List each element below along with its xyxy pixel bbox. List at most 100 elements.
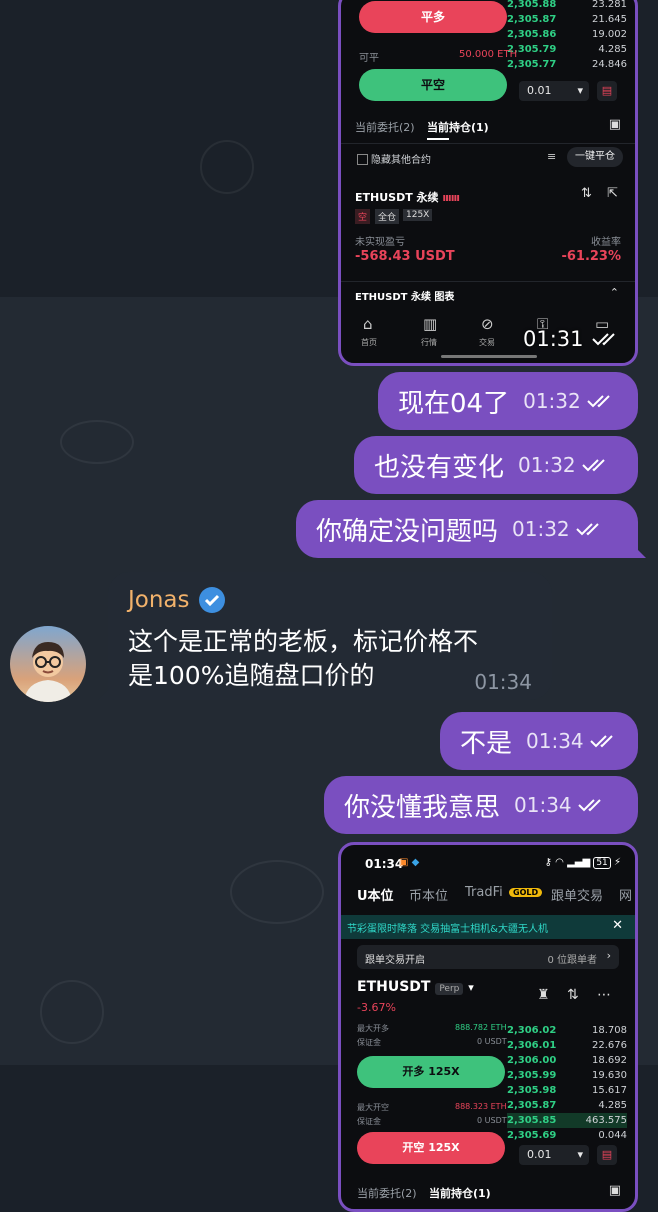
image-message-1[interactable]: 平多 2,305.88 23.281 2,305.87 21.645 2,305.8…	[338, 0, 638, 366]
order-book-row: 2,306.00 18.692	[507, 1055, 627, 1066]
max-short-label: 最大开空	[357, 1103, 389, 1112]
wifi-icon: ◠	[555, 857, 564, 868]
step-select[interactable]: 0.01 ▾	[519, 1145, 589, 1165]
copy-trade-followers: 0 位跟单者	[547, 955, 597, 966]
pnl-label: 未实现盈亏	[355, 237, 405, 248]
tag-short: 空	[355, 209, 371, 224]
nav-market-icon[interactable]: ▥	[423, 315, 437, 333]
promo-text: 节彩蛋限时降落 交易抽富士相机&大疆无人机	[347, 924, 548, 935]
message-time: 01:32	[512, 517, 570, 541]
order-book-row: 2,305.86 19.002	[507, 29, 627, 40]
image-message-2[interactable]: 01:34 ▣ ◆ ⚷ ◠ ▂▄▆ 51 ⚡ U本位 币本位 TradFi GO…	[338, 842, 638, 1212]
key-icon: ⚷	[544, 857, 552, 868]
nav-market-label[interactable]: 行情	[421, 337, 437, 348]
sender-name[interactable]: Jonas	[128, 586, 226, 614]
close-all-button[interactable]: 一键平仓	[567, 147, 623, 167]
outgoing-message[interactable]: 不是 01:34	[440, 712, 638, 770]
perp-badge: Perp	[435, 983, 464, 995]
tab-copy-trading[interactable]: 跟单交易	[551, 885, 603, 904]
double-check-icon	[581, 459, 605, 472]
doodle	[40, 980, 104, 1044]
roi-value: -61.23%	[561, 249, 621, 264]
chevron-right-icon[interactable]: ›	[607, 949, 611, 962]
open-long-button[interactable]: 开多 125X	[357, 1056, 505, 1088]
outgoing-message[interactable]: 也没有变化 01:32	[354, 436, 638, 494]
bot-icon[interactable]: ♜	[537, 987, 550, 1003]
pnl-value: -568.43 USDT	[355, 249, 455, 264]
tab-u-margined[interactable]: U本位	[357, 885, 394, 904]
tag-cross: 全仓	[375, 209, 400, 224]
hide-others-checkbox[interactable]	[357, 154, 368, 165]
close-icon[interactable]: ✕	[612, 918, 623, 933]
outgoing-message[interactable]: 你确定没问题吗 01:32	[296, 500, 638, 558]
divider	[341, 281, 635, 282]
tab-orders[interactable]: 当前委托(2)	[357, 1185, 417, 1201]
signal-icon: ▂▄▆	[567, 857, 591, 868]
nav-home-icon[interactable]: ⌂	[363, 315, 373, 333]
chart-icon[interactable]: ⇅	[581, 186, 592, 201]
message-meta: 01:32	[523, 389, 617, 413]
nav-home-label[interactable]: 首页	[361, 337, 377, 348]
margin-value: 0 USDT	[477, 1037, 507, 1046]
candle-chart-icon[interactable]: ⇅	[567, 987, 579, 1003]
message-meta: 01:32	[518, 453, 612, 477]
app-notification-icon: ▣	[399, 857, 409, 868]
tab-underline	[427, 138, 449, 140]
chevron-down-icon: ▾	[577, 84, 583, 97]
history-icon[interactable]: ▣	[609, 117, 621, 132]
order-book-row: 2,305.99 19.630	[507, 1070, 627, 1081]
doodle	[200, 140, 254, 194]
step-select[interactable]: 0.01 ▾	[519, 81, 589, 101]
incoming-message[interactable]: Jonas 这个是正常的老板，标记价格不 是100%追随盘口价的 01:34	[108, 572, 552, 700]
message-meta: 01:34	[526, 729, 620, 753]
max-short-value: 888.323 ETH	[455, 1102, 507, 1111]
chevron-down-icon: ▾	[577, 1148, 583, 1161]
tab-more[interactable]: 网	[619, 885, 632, 904]
chevron-up-icon[interactable]: ⌃	[610, 286, 619, 299]
order-book: 2,305.88 23.281 2,305.87 21.645 2,305.86 19…	[507, 0, 627, 72]
roi-label: 收益率	[591, 237, 621, 248]
close-long-button[interactable]: 平多	[359, 1, 507, 33]
margin-label: 保证金	[357, 1038, 381, 1047]
share-icon[interactable]: ⇱	[607, 186, 618, 201]
verified-badge-icon	[198, 587, 225, 613]
symbol-selector[interactable]: ETHUSDT Perp ▾	[357, 979, 474, 995]
tab-positions[interactable]: 当前持仓(1)	[429, 1185, 491, 1201]
tab-positions[interactable]: 当前持仓(1)	[427, 119, 489, 135]
gold-badge: GOLD	[509, 888, 543, 897]
order-book-row: 2,305.85 463.575	[507, 1113, 627, 1128]
status-time: 01:34	[365, 857, 404, 871]
tab-orders[interactable]: 当前委托(2)	[355, 119, 415, 135]
doodle	[230, 860, 324, 924]
order-book-row: 2,305.77 24.846	[507, 59, 627, 70]
double-check-icon	[577, 799, 601, 812]
message-time: 01:34	[474, 670, 532, 694]
open-short-button[interactable]: 开空 125X	[357, 1132, 505, 1164]
tag-leverage: 125X	[403, 209, 433, 221]
closable-label: 可平	[359, 53, 379, 64]
more-icon[interactable]: ⋯	[597, 987, 611, 1003]
layout-icon[interactable]: ▤	[597, 1145, 617, 1165]
sort-icon[interactable]: ≡	[547, 150, 556, 163]
outgoing-message[interactable]: 现在04了 01:32	[378, 372, 638, 430]
close-short-button[interactable]: 平空	[359, 69, 507, 101]
copy-trade-bar[interactable]: 跟单交易开启 0 位跟单者 ›	[357, 945, 619, 969]
tab-coin-margined[interactable]: 币本位	[409, 885, 448, 904]
double-check-icon	[591, 333, 615, 346]
tab-tradfi[interactable]: TradFi	[465, 885, 503, 900]
telegram-icon: ◆	[411, 857, 420, 868]
chart-row[interactable]: ETHUSDT 永续 图表	[355, 288, 454, 303]
history-icon[interactable]: ▣	[609, 1183, 621, 1198]
avatar[interactable]	[10, 626, 86, 702]
order-book-row: 2,305.79 4.285	[507, 44, 627, 55]
outgoing-message[interactable]: 你没懂我意思 01:34	[324, 776, 638, 834]
order-book: 2,306.02 18.708 2,306.01 22.676 2,306.00 18…	[507, 1023, 627, 1143]
doodle	[60, 420, 134, 464]
message-meta: 01:34	[514, 793, 608, 817]
margin-label: 保证金	[357, 1117, 381, 1126]
nav-trade-label[interactable]: 交易	[479, 337, 495, 348]
message-text: 现在04了	[398, 388, 510, 419]
nav-trade-icon[interactable]: ⊘	[481, 315, 494, 333]
promo-banner[interactable]: 节彩蛋限时降落 交易抽富士相机&大疆无人机 ✕	[341, 915, 635, 939]
layout-icon[interactable]: ▤	[597, 81, 617, 101]
